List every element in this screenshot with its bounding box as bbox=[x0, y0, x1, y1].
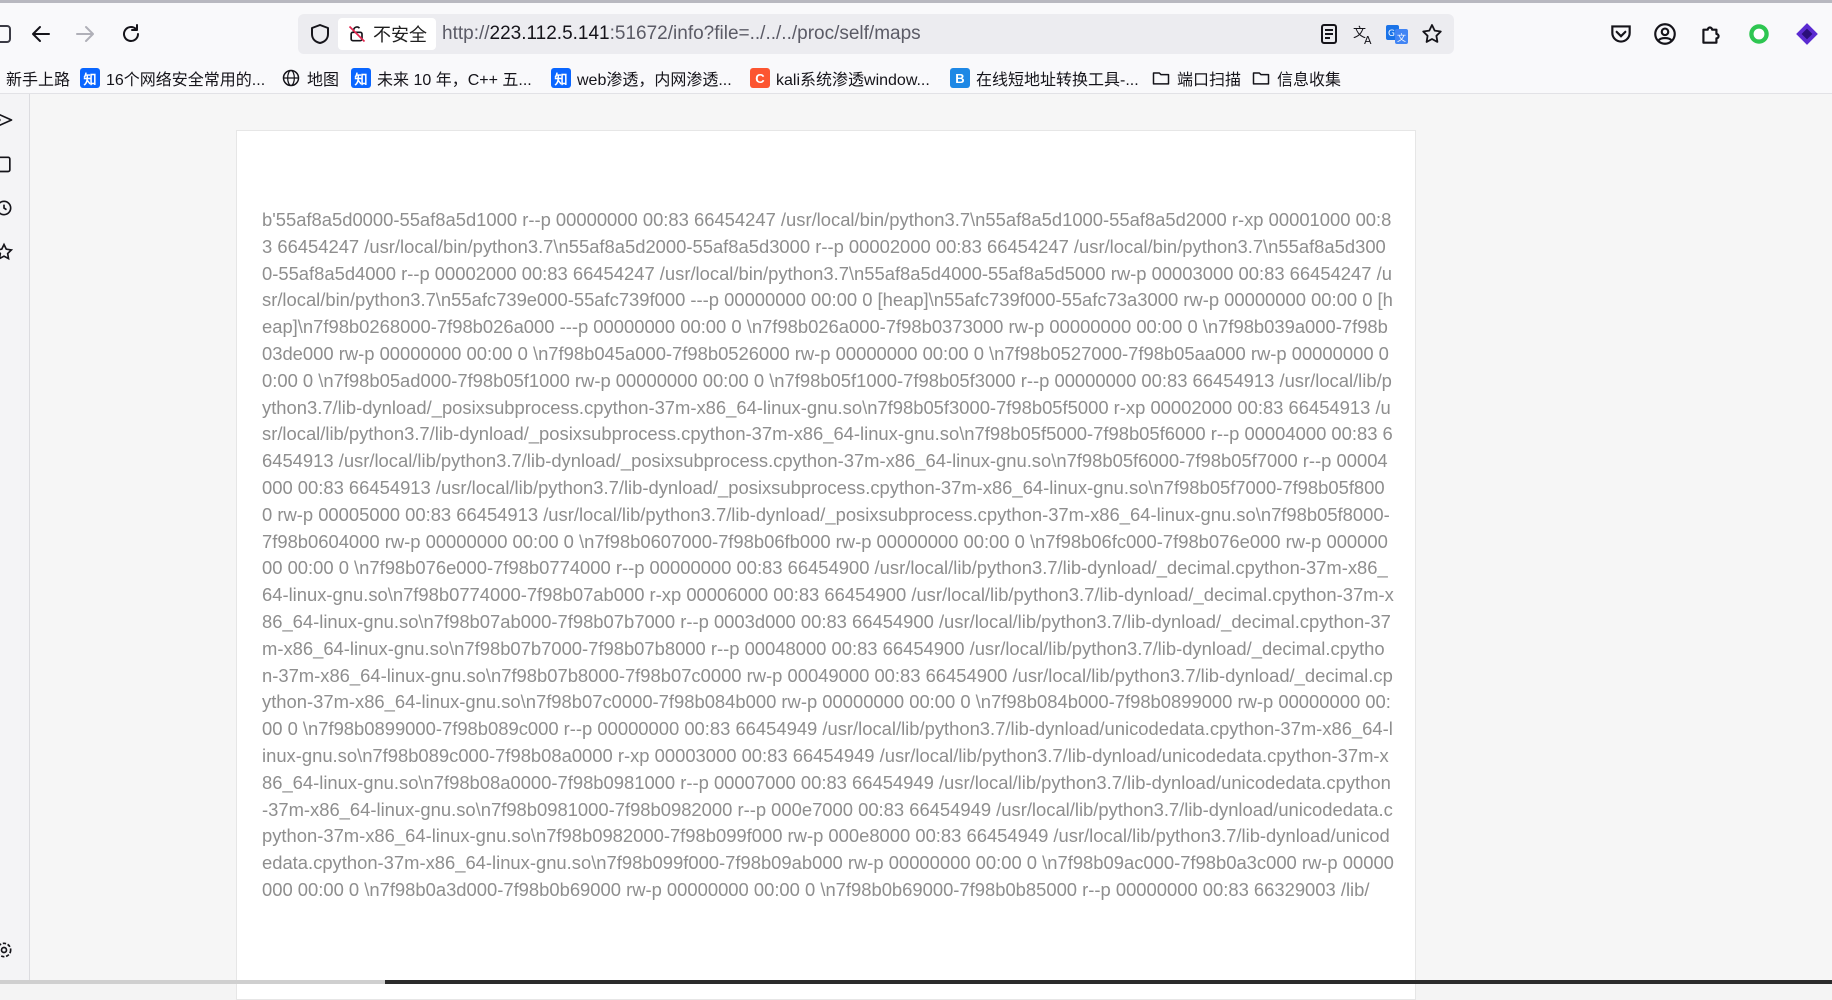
bookmark-folder[interactable]: 端口扫描 bbox=[1151, 65, 1241, 91]
back-button[interactable] bbox=[24, 17, 58, 51]
bookmark-label: 未来 10 年，C++ 五... bbox=[377, 72, 532, 89]
bookmark-item[interactable]: C kali系统渗透window... bbox=[750, 65, 930, 91]
translate-icon[interactable]: 文A bbox=[1352, 22, 1376, 46]
bookmark-label: 新手上路 bbox=[6, 72, 71, 89]
translate-extension-icon[interactable]: G文 bbox=[1385, 22, 1409, 46]
arrow-left-icon bbox=[32, 26, 50, 42]
bookmark-label: 信息收集 bbox=[1277, 72, 1342, 89]
svg-text:文: 文 bbox=[1397, 32, 1406, 44]
bottom-edge bbox=[0, 980, 1832, 984]
url-host: 223.112.5.141 bbox=[489, 23, 610, 44]
sidebar-clipboard-icon[interactable] bbox=[0, 154, 14, 174]
security-label: 不安全 bbox=[373, 25, 427, 45]
bookmark-item[interactable]: 知 web渗透，内网渗透... bbox=[551, 65, 732, 91]
account-icon[interactable] bbox=[1652, 21, 1678, 47]
bookmark-star-icon[interactable] bbox=[1420, 22, 1444, 46]
tracking-protection-shield-icon[interactable] bbox=[308, 22, 332, 46]
url-path: :51672/info?file=../../../proc/self/maps bbox=[609, 23, 921, 44]
bookmark-folder[interactable]: 信息收集 bbox=[1251, 65, 1341, 91]
sidebar-toggle-icon[interactable] bbox=[0, 17, 20, 51]
svg-text:A: A bbox=[1364, 34, 1372, 46]
forward-button[interactable] bbox=[68, 17, 102, 51]
bookmark-label: 16个网络安全常用的... bbox=[106, 72, 266, 89]
bookmarks-toolbar: 新手上路 知 16个网络安全常用的... 地图 知 未来 10 年，C++ 五.… bbox=[0, 62, 1832, 94]
bookmark-item[interactable]: 新手上路 bbox=[6, 65, 70, 91]
insecure-lock-icon bbox=[348, 25, 366, 43]
pocket-icon[interactable] bbox=[1608, 21, 1634, 47]
browser-toolbar: 不安全 http://223.112.5.141:51672/info?file… bbox=[0, 0, 1832, 62]
csdn-icon: C bbox=[750, 68, 770, 88]
bookmark-item[interactable]: 地图 bbox=[281, 65, 339, 91]
sidebar-history-icon[interactable] bbox=[0, 198, 14, 218]
bookmark-item[interactable]: 知 未来 10 年，C++ 五... bbox=[351, 65, 532, 91]
page-viewport: b'55af8a5d0000-55af8a5d1000 r--p 0000000… bbox=[30, 94, 1832, 1000]
bookmark-item[interactable]: B 在线短地址转换工具-... bbox=[950, 65, 1139, 91]
bookmark-label: kali系统渗透window... bbox=[776, 72, 930, 89]
zhihu-icon: 知 bbox=[80, 68, 100, 88]
sidebar-settings-icon[interactable] bbox=[0, 940, 14, 960]
bookmark-item[interactable]: 知 16个网络安全常用的... bbox=[80, 65, 265, 91]
folder-icon bbox=[1152, 72, 1170, 85]
address-bar[interactable]: 不安全 http://223.112.5.141:51672/info?file… bbox=[298, 14, 1454, 54]
reload-icon bbox=[123, 24, 139, 42]
b-icon: B bbox=[950, 68, 970, 88]
zhihu-icon: 知 bbox=[351, 68, 371, 88]
globe-icon bbox=[282, 69, 300, 87]
bookmark-label: web渗透，内网渗透... bbox=[577, 72, 732, 89]
url-text[interactable]: http://223.112.5.141:51672/info?file=../… bbox=[442, 23, 921, 45]
url-scheme: http:// bbox=[442, 23, 490, 44]
zhihu-icon: 知 bbox=[551, 68, 571, 88]
bookmark-label: 地图 bbox=[307, 72, 340, 89]
extensions-puzzle-icon[interactable] bbox=[1698, 21, 1724, 47]
bookmark-label: 在线短地址转换工具-... bbox=[976, 72, 1139, 89]
reload-button[interactable] bbox=[114, 17, 148, 51]
content-card: b'55af8a5d0000-55af8a5d1000 r--p 0000000… bbox=[236, 130, 1416, 1000]
connection-security-chip[interactable]: 不安全 bbox=[338, 18, 436, 50]
sidebar-send-icon[interactable] bbox=[0, 110, 14, 130]
arrow-right-icon bbox=[76, 26, 94, 42]
purple-extension-icon[interactable] bbox=[1794, 21, 1820, 47]
svg-text:G: G bbox=[1388, 29, 1395, 39]
browser-sidebar bbox=[0, 94, 30, 984]
green-extension-icon[interactable] bbox=[1746, 21, 1772, 47]
folder-icon bbox=[1252, 72, 1270, 85]
maps-output-text: b'55af8a5d0000-55af8a5d1000 r--p 0000000… bbox=[262, 209, 1394, 900]
sidebar-bookmarks-icon[interactable] bbox=[0, 242, 14, 262]
bookmark-label: 端口扫描 bbox=[1177, 72, 1242, 89]
reader-view-icon[interactable] bbox=[1317, 22, 1341, 46]
